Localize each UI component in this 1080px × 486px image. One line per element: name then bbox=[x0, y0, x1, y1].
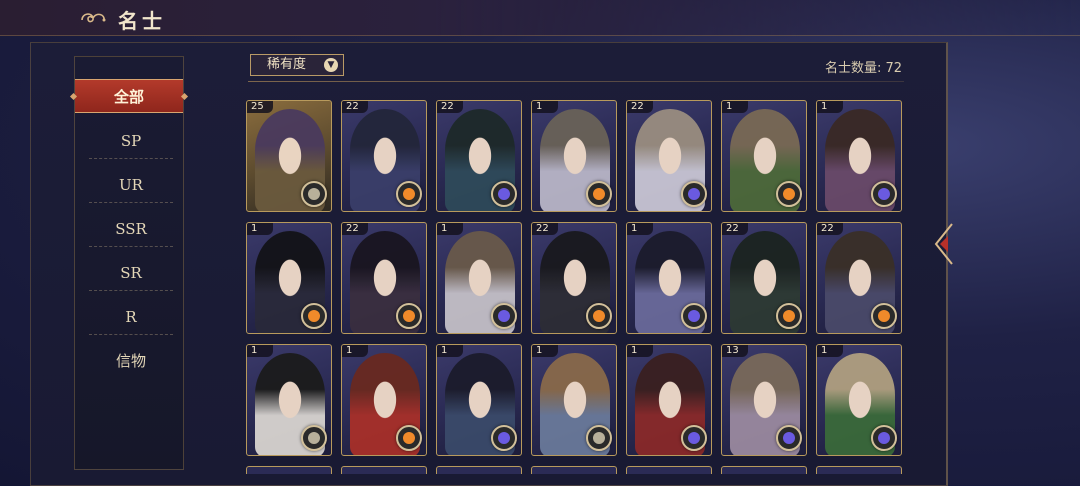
character-card[interactable]: 1 bbox=[531, 344, 617, 456]
character-card[interactable]: 22 bbox=[721, 222, 807, 334]
character-card[interactable]: 1 bbox=[341, 344, 427, 456]
level-badge: 22 bbox=[532, 223, 558, 235]
water-element-icon bbox=[681, 303, 707, 329]
character-card[interactable]: 22 bbox=[341, 100, 427, 212]
level-badge: 1 bbox=[817, 345, 843, 357]
level-badge: 1 bbox=[627, 223, 653, 235]
sidebar-item-all[interactable]: 全部 bbox=[75, 79, 183, 113]
chevron-down-icon: ▼ bbox=[324, 58, 338, 72]
fire-element-icon bbox=[776, 181, 802, 207]
level-badge: 22 bbox=[817, 223, 843, 235]
character-card[interactable]: 1 bbox=[246, 222, 332, 334]
water-element-icon bbox=[681, 181, 707, 207]
level-badge: 1 bbox=[722, 101, 748, 113]
character-card[interactable]: 22 bbox=[816, 222, 902, 334]
water-element-icon bbox=[491, 303, 517, 329]
level-badge: 13 bbox=[722, 345, 748, 357]
fire-element-icon bbox=[586, 303, 612, 329]
level-badge: 1 bbox=[247, 345, 273, 357]
character-card[interactable]: 22 bbox=[436, 100, 522, 212]
dark-element-icon bbox=[586, 425, 612, 451]
character-card[interactable]: 1 bbox=[436, 222, 522, 334]
card-peek[interactable] bbox=[246, 466, 332, 474]
character-card[interactable]: 1 bbox=[721, 100, 807, 212]
character-card[interactable]: 22 bbox=[531, 222, 617, 334]
character-card[interactable]: 1 bbox=[246, 344, 332, 456]
sidebar-item-sp[interactable]: SP bbox=[89, 123, 173, 159]
level-badge: 1 bbox=[532, 101, 558, 113]
character-card[interactable]: 22 bbox=[341, 222, 427, 334]
filter-label: 稀有度 bbox=[267, 57, 307, 72]
water-element-icon bbox=[871, 425, 897, 451]
level-badge: 22 bbox=[627, 101, 653, 113]
character-card[interactable]: 1 bbox=[816, 100, 902, 212]
level-badge: 22 bbox=[342, 223, 368, 235]
water-element-icon bbox=[491, 425, 517, 451]
character-card[interactable]: 13 bbox=[721, 344, 807, 456]
page-title: 名士 bbox=[118, 9, 166, 33]
card-peek[interactable] bbox=[816, 466, 902, 474]
dark-element-icon bbox=[301, 425, 327, 451]
fire-element-icon bbox=[776, 303, 802, 329]
sidebar-item-ur[interactable]: UR bbox=[89, 167, 173, 203]
level-badge: 1 bbox=[437, 345, 463, 357]
cloud-swirl-icon bbox=[81, 13, 106, 23]
level-badge: 22 bbox=[437, 101, 463, 113]
card-peek[interactable] bbox=[436, 466, 522, 474]
fire-element-icon bbox=[396, 425, 422, 451]
level-badge: 1 bbox=[532, 345, 558, 357]
fire-element-icon bbox=[396, 303, 422, 329]
level-badge: 22 bbox=[722, 223, 748, 235]
level-badge: 1 bbox=[247, 223, 273, 235]
level-badge: 1 bbox=[437, 223, 463, 235]
fire-element-icon bbox=[396, 181, 422, 207]
dark-element-icon bbox=[301, 181, 327, 207]
character-card[interactable]: 1 bbox=[816, 344, 902, 456]
sidebar-item-token[interactable]: 信物 bbox=[89, 343, 173, 379]
character-card[interactable]: 25 bbox=[246, 100, 332, 212]
toolbar-divider bbox=[248, 81, 904, 82]
sidebar-item-ssr[interactable]: SSR bbox=[89, 211, 173, 247]
level-badge: 25 bbox=[247, 101, 273, 113]
sidebar-item-r[interactable]: R bbox=[89, 299, 173, 335]
character-card[interactable]: 1 bbox=[531, 100, 617, 212]
card-peek[interactable] bbox=[626, 466, 712, 474]
rarity-filter-button[interactable]: 稀有度 ▼ bbox=[250, 54, 344, 76]
water-element-icon bbox=[776, 425, 802, 451]
fire-element-icon bbox=[586, 181, 612, 207]
character-card[interactable]: 1 bbox=[626, 344, 712, 456]
water-element-icon bbox=[491, 181, 517, 207]
rarity-sidebar: 全部 SP UR SSR SR R 信物 bbox=[74, 56, 184, 470]
card-peek[interactable] bbox=[341, 466, 427, 474]
sidebar-item-sr[interactable]: SR bbox=[89, 255, 173, 291]
level-badge: 22 bbox=[342, 101, 368, 113]
top-bar: 名士 bbox=[0, 0, 1080, 36]
character-card[interactable]: 1 bbox=[436, 344, 522, 456]
level-badge: 1 bbox=[342, 345, 368, 357]
water-element-icon bbox=[871, 181, 897, 207]
fire-element-icon bbox=[871, 303, 897, 329]
level-badge: 1 bbox=[627, 345, 653, 357]
character-grid: 25 22 22 1 22 1 1 1 22 1 22 1 22 22 1 1 1 1 1 13 1 bbox=[246, 100, 906, 486]
character-count: 名士数量: 72 bbox=[824, 61, 902, 76]
collapse-arrow-icon[interactable] bbox=[932, 222, 954, 266]
water-element-icon bbox=[681, 425, 707, 451]
level-badge: 1 bbox=[817, 101, 843, 113]
character-card[interactable]: 1 bbox=[626, 222, 712, 334]
character-card[interactable]: 22 bbox=[626, 100, 712, 212]
fire-element-icon bbox=[301, 303, 327, 329]
card-peek[interactable] bbox=[721, 466, 807, 474]
card-peek[interactable] bbox=[531, 466, 617, 474]
